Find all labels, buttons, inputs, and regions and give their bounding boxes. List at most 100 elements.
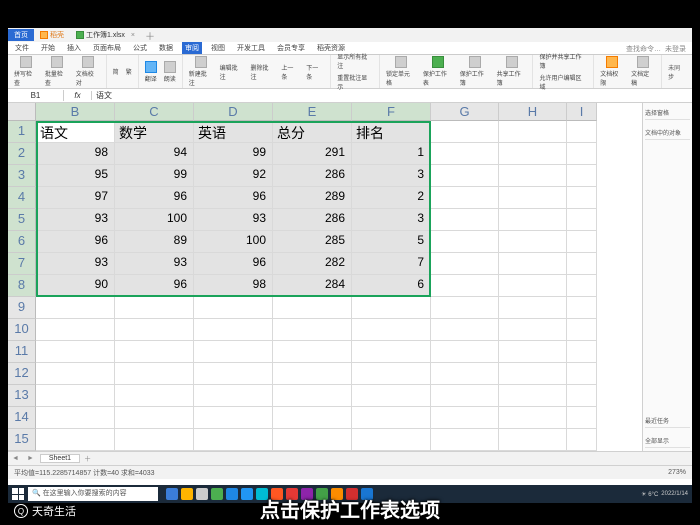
batchcheck-button[interactable]: 批量检查 <box>43 55 71 88</box>
cell[interactable] <box>194 363 273 385</box>
cell[interactable] <box>194 385 273 407</box>
cell[interactable]: 7 <box>352 253 431 275</box>
cell[interactable] <box>499 165 567 187</box>
cell[interactable] <box>567 143 597 165</box>
ribbon-search[interactable]: 查找命令… <box>626 44 661 54</box>
cell[interactable] <box>273 429 352 451</box>
cell[interactable] <box>499 429 567 451</box>
row-header[interactable]: 13 <box>8 385 36 407</box>
ribbon-tab-start[interactable]: 开始 <box>38 42 58 54</box>
cell[interactable] <box>431 341 499 363</box>
add-sheet-button[interactable]: ＋ <box>80 454 95 464</box>
cell[interactable] <box>352 319 431 341</box>
sheet-tab[interactable]: Sheet1 <box>40 454 80 463</box>
cell[interactable] <box>567 385 597 407</box>
cell[interactable] <box>499 385 567 407</box>
cell[interactable] <box>36 341 115 363</box>
protectbook-button[interactable]: 保护工作簿 <box>458 55 492 88</box>
cell[interactable] <box>115 429 194 451</box>
cell[interactable]: 5 <box>352 231 431 253</box>
zoom-level[interactable]: 273% <box>668 469 686 476</box>
ribbon-tab-vip[interactable]: 会员专享 <box>274 42 308 54</box>
cell[interactable] <box>499 253 567 275</box>
cell[interactable] <box>499 209 567 231</box>
cell[interactable] <box>36 297 115 319</box>
cell[interactable]: 英语 <box>194 121 273 143</box>
lockcell-button[interactable]: 锁定单元格 <box>384 55 418 88</box>
cell[interactable] <box>352 297 431 319</box>
cell[interactable] <box>115 407 194 429</box>
cell[interactable]: 94 <box>115 143 194 165</box>
cell[interactable] <box>567 165 597 187</box>
cell[interactable] <box>431 297 499 319</box>
cell[interactable]: 排名 <box>352 121 431 143</box>
cell[interactable] <box>567 187 597 209</box>
row-header[interactable]: 15 <box>8 429 36 451</box>
cell[interactable] <box>431 165 499 187</box>
col-header-G[interactable]: G <box>431 103 499 121</box>
cell[interactable]: 96 <box>36 231 115 253</box>
sheet-nav-prev[interactable]: ◄ <box>8 455 23 462</box>
cell[interactable]: 98 <box>36 143 115 165</box>
cell[interactable] <box>431 143 499 165</box>
cell[interactable] <box>352 429 431 451</box>
cell[interactable] <box>499 407 567 429</box>
cell[interactable] <box>567 231 597 253</box>
cell[interactable] <box>273 341 352 363</box>
cell[interactable] <box>194 429 273 451</box>
formula-input[interactable]: 语文 <box>92 89 692 102</box>
cell[interactable]: 98 <box>194 275 273 297</box>
translate-button[interactable]: 翻译 <box>143 60 159 84</box>
cell[interactable]: 289 <box>273 187 352 209</box>
cell[interactable] <box>431 253 499 275</box>
editcomment-button[interactable]: 编辑批注 <box>218 62 246 82</box>
ribbon-tab-file[interactable]: 文件 <box>12 42 32 54</box>
cell[interactable] <box>273 319 352 341</box>
cell[interactable]: 285 <box>273 231 352 253</box>
cell[interactable] <box>194 407 273 429</box>
row-header[interactable]: 2 <box>8 143 36 165</box>
cell[interactable] <box>273 363 352 385</box>
cell[interactable] <box>36 429 115 451</box>
cell[interactable]: 96 <box>194 187 273 209</box>
prevcomment-button[interactable]: 上一条 <box>279 62 301 82</box>
cell[interactable] <box>36 407 115 429</box>
cell[interactable] <box>499 143 567 165</box>
ribbon-tab-dev[interactable]: 开发工具 <box>234 42 268 54</box>
traditional-button[interactable]: 繁 <box>124 66 134 77</box>
ribbon-tab-view[interactable]: 视图 <box>208 42 228 54</box>
sharebook-button[interactable]: 共享工作簿 <box>495 55 529 88</box>
cell[interactable]: 92 <box>194 165 273 187</box>
cell[interactable] <box>273 385 352 407</box>
cell[interactable] <box>567 297 597 319</box>
cell[interactable]: 93 <box>194 209 273 231</box>
cell[interactable] <box>499 297 567 319</box>
cell[interactable] <box>115 297 194 319</box>
cell[interactable]: 数学 <box>115 121 194 143</box>
cell[interactable] <box>431 385 499 407</box>
cell[interactable] <box>499 121 567 143</box>
close-icon[interactable]: × <box>131 32 135 39</box>
cell[interactable] <box>567 407 597 429</box>
delcomment-button[interactable]: 删除批注 <box>248 62 276 82</box>
cell[interactable]: 89 <box>115 231 194 253</box>
cell[interactable] <box>36 319 115 341</box>
row-header[interactable]: 3 <box>8 165 36 187</box>
cell[interactable] <box>194 319 273 341</box>
cell[interactable]: 291 <box>273 143 352 165</box>
cell[interactable]: 96 <box>115 187 194 209</box>
row-header[interactable]: 14 <box>8 407 36 429</box>
col-header-E[interactable]: E <box>273 103 352 121</box>
cell[interactable]: 93 <box>36 253 115 275</box>
cell[interactable] <box>36 363 115 385</box>
proofread-button[interactable]: 文档校对 <box>74 55 102 88</box>
cell[interactable] <box>567 209 597 231</box>
cell[interactable] <box>194 341 273 363</box>
cell[interactable] <box>431 121 499 143</box>
col-header-D[interactable]: D <box>194 103 273 121</box>
read-button[interactable]: 朗读 <box>162 60 178 84</box>
cell[interactable] <box>431 429 499 451</box>
row-header[interactable]: 12 <box>8 363 36 385</box>
cell[interactable]: 1 <box>352 143 431 165</box>
showall-button[interactable]: 显示所有批注 <box>335 51 375 71</box>
